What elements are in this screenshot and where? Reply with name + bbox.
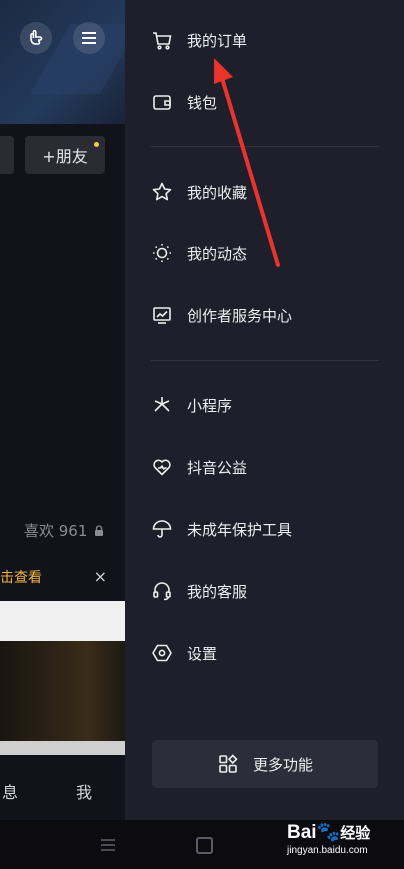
home-button-icon[interactable]: [196, 837, 213, 854]
menu-item-label: 小程序: [187, 396, 233, 415]
divider: [151, 360, 379, 361]
recent-apps-icon[interactable]: [100, 838, 116, 852]
notice-text: 点击查看: [0, 570, 42, 586]
menu-item-activity[interactable]: 我的动态: [151, 238, 247, 268]
menu-item-label: 我的动态: [187, 244, 248, 263]
tab-me[interactable]: 我: [76, 779, 92, 803]
notice-bar[interactable]: 点击查看 ×: [0, 567, 125, 589]
new-dot-badge: [94, 142, 99, 147]
menu-item-label: 我的客服: [187, 582, 248, 601]
add-friend-button[interactable]: +朋友: [25, 136, 105, 174]
menu-item-label: 钱包: [187, 93, 218, 112]
menu-item-charity[interactable]: 抖音公益: [151, 452, 247, 482]
menu-item-label: 设置: [187, 644, 218, 663]
main-feed-pane: +朋友 喜欢 961 点击查看 × 息 我: [0, 0, 141, 820]
menu-item-creator-center[interactable]: 创作者服务中心: [151, 300, 292, 330]
video-thumbnail[interactable]: [0, 641, 125, 741]
star-icon: [151, 181, 173, 203]
hamburger-menu-icon[interactable]: [73, 22, 105, 54]
menu-item-label: 抖音公益: [187, 458, 248, 477]
bottom-tab-bar: 息 我: [0, 775, 125, 805]
grid-apps-icon: [217, 753, 239, 775]
headset-icon: [151, 580, 173, 602]
umbrella-icon: [151, 518, 173, 540]
menu-item-orders[interactable]: 我的订单: [151, 25, 247, 55]
menu-item-minor-protection[interactable]: 未成年保护工具: [151, 514, 292, 544]
settings-hexagon-icon: [151, 642, 173, 664]
divider: [151, 146, 379, 147]
watermark-brand: Bai🐾经验: [287, 820, 399, 844]
watermark-brand-text: Bai: [287, 822, 317, 843]
menu-item-settings[interactable]: 设置: [151, 638, 217, 668]
chart-monitor-icon: [151, 304, 173, 326]
side-drawer: 我的订单 钱包 我的收藏 我的动态 创作者服务中心 小程序 抖音公益 未成年保护…: [125, 0, 404, 820]
menu-item-label: 我的订单: [187, 31, 248, 50]
mini-program-icon: [151, 394, 173, 416]
more-features-label: 更多功能: [252, 755, 313, 774]
menu-item-wallet[interactable]: 钱包: [151, 87, 217, 117]
content-strip-bottom: [0, 741, 125, 755]
lock-icon: [95, 525, 104, 536]
paw-icon: 🐾: [316, 822, 341, 843]
baidu-jingyan-watermark: Bai🐾经验 jingyan.baidu.com: [287, 820, 399, 862]
menu-item-label: 创作者服务中心: [187, 306, 293, 325]
sun-icon: [151, 242, 173, 264]
menu-item-label: 我的收藏: [187, 183, 248, 202]
menu-item-mini-programs[interactable]: 小程序: [151, 390, 232, 420]
wallet-icon: [151, 91, 173, 113]
likes-tab-label: 喜欢 961: [24, 522, 88, 540]
content-strip: [0, 601, 125, 641]
watermark-url: jingyan.baidu.com: [287, 845, 368, 856]
cart-icon: [151, 29, 173, 51]
hand-pointer-icon[interactable]: [20, 22, 52, 54]
more-features-button[interactable]: 更多功能: [152, 740, 378, 788]
profile-header-banner: [0, 0, 141, 124]
likes-tab[interactable]: 喜欢 961: [24, 520, 104, 541]
tab-messages[interactable]: 息: [2, 779, 18, 803]
edit-profile-button-stub[interactable]: [0, 136, 14, 174]
menu-item-label: 未成年保护工具: [187, 520, 293, 539]
heart-charity-icon: [151, 456, 173, 478]
menu-item-favorites[interactable]: 我的收藏: [151, 177, 247, 207]
watermark-brand-suffix: 经验: [340, 825, 371, 842]
menu-item-customer-service[interactable]: 我的客服: [151, 576, 247, 606]
add-friend-label: +朋友: [42, 147, 88, 166]
close-icon[interactable]: ×: [94, 567, 107, 586]
